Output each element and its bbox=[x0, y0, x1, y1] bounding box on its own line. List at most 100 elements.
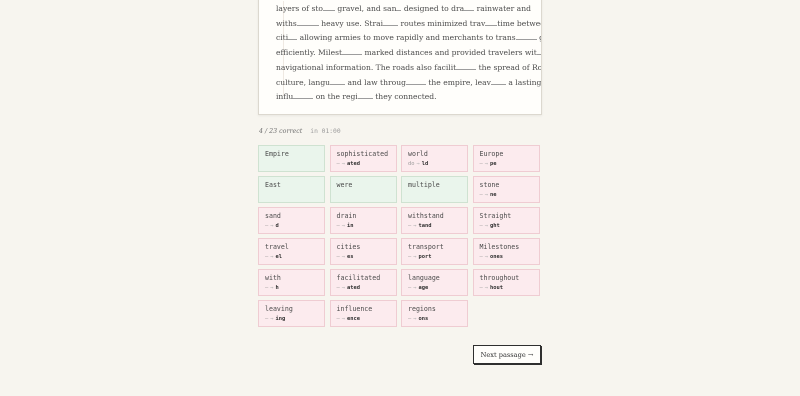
hint-answer: in bbox=[347, 223, 354, 229]
hint-answer: age bbox=[418, 285, 429, 291]
tile-hint: — → el bbox=[265, 252, 318, 262]
passage-blank[interactable] bbox=[383, 17, 399, 26]
answer-tile[interactable]: sand — → d bbox=[258, 207, 325, 234]
arrow-icon: → bbox=[341, 254, 345, 260]
tile-word: sand bbox=[265, 212, 281, 220]
hint-typed: — bbox=[479, 223, 483, 229]
passage-blank[interactable] bbox=[464, 2, 475, 11]
arrow-icon: → bbox=[413, 285, 417, 291]
answer-tile[interactable]: drain — → in bbox=[329, 207, 397, 234]
tile-hint: — → ons bbox=[408, 314, 461, 324]
hint-answer: d bbox=[275, 223, 279, 229]
answer-tile[interactable]: cities — → es bbox=[329, 238, 397, 265]
passage-fragment: and law throug bbox=[345, 77, 406, 87]
arrow-icon: → bbox=[413, 254, 417, 260]
answer-tile[interactable]: sophisticated — → ated bbox=[329, 145, 397, 172]
answer-tile[interactable]: Straight — → ght bbox=[472, 207, 540, 234]
hint-answer: ons bbox=[418, 316, 429, 322]
passage-line: influ on the regi they connected. bbox=[276, 90, 526, 105]
score-summary: 4 / 23 correct in 01:00 bbox=[259, 128, 341, 135]
answer-tile[interactable]: were bbox=[329, 176, 397, 203]
answer-tile[interactable]: influence — → ence bbox=[329, 300, 397, 327]
answer-tile[interactable]: regions — → ons bbox=[401, 300, 468, 327]
hint-typed: do bbox=[408, 161, 415, 167]
answer-tile[interactable]: Empire bbox=[258, 145, 325, 172]
hint-typed: — bbox=[336, 223, 340, 229]
passage-fragment: efficiently. Milest bbox=[276, 48, 343, 58]
answer-tile[interactable]: stone — → ne bbox=[472, 176, 540, 203]
passage-blank[interactable] bbox=[357, 90, 373, 100]
answer-tile[interactable]: leaving — → ing bbox=[258, 300, 325, 327]
answer-tile[interactable]: world do → ld bbox=[401, 145, 468, 172]
answer-tile[interactable]: with — → h bbox=[258, 269, 325, 296]
tile-word: Straight bbox=[479, 212, 512, 220]
answer-tile[interactable]: multiple bbox=[401, 176, 468, 203]
answer-tile[interactable]: facilitated — → ated bbox=[329, 269, 397, 296]
tile-word: Empire bbox=[265, 150, 289, 158]
arrow-icon: → bbox=[484, 285, 488, 291]
tile-word: stone bbox=[479, 181, 500, 189]
answer-grid: Empire sophisticated — → ated world do → ld Europ… bbox=[258, 145, 540, 327]
passage-blank[interactable] bbox=[456, 61, 477, 70]
hint-typed: — bbox=[336, 254, 340, 260]
answer-tile[interactable]: Milestones — → ones bbox=[472, 238, 540, 265]
arrow-icon: → bbox=[270, 285, 274, 291]
hint-answer: ne bbox=[490, 192, 497, 198]
hint-answer: ence bbox=[347, 316, 360, 322]
next-passage-button[interactable]: Next passage → bbox=[473, 345, 541, 364]
answer-tile[interactable]: travel — → el bbox=[258, 238, 325, 265]
tile-word: cities bbox=[336, 243, 361, 251]
tile-word: transport bbox=[408, 243, 444, 251]
hint-answer: ones bbox=[490, 254, 503, 260]
passage-fragment: heavy use. Strai bbox=[318, 18, 384, 28]
passage-blank[interactable] bbox=[342, 46, 363, 56]
tile-hint: — → es bbox=[337, 252, 390, 262]
passage-blank[interactable] bbox=[330, 76, 346, 85]
hint-typed: — bbox=[265, 316, 269, 322]
hint-typed: — bbox=[336, 161, 340, 167]
tile-word: regions bbox=[408, 305, 436, 313]
passage-line: withs heavy use. Strai routes minimized … bbox=[276, 17, 541, 32]
hint-answer: ated bbox=[347, 285, 360, 291]
passage-blank[interactable] bbox=[490, 76, 506, 85]
arrow-icon: → bbox=[270, 223, 274, 229]
passage-blank[interactable] bbox=[536, 46, 541, 56]
answer-tile[interactable]: withstand — → tand bbox=[401, 207, 468, 234]
arrow-icon: → bbox=[413, 223, 417, 229]
passage-fragment: goods bbox=[537, 33, 541, 42]
hint-typed: — bbox=[336, 285, 340, 291]
arrow-icon: → bbox=[270, 316, 274, 322]
tile-hint: — → ence bbox=[337, 314, 390, 324]
tile-word: world bbox=[408, 150, 428, 158]
tile-hint: — → ing bbox=[265, 314, 318, 324]
passage-blank[interactable] bbox=[288, 31, 298, 41]
passage-blank[interactable] bbox=[515, 31, 537, 41]
passage-fragment: influ bbox=[276, 92, 294, 102]
hint-typed: — bbox=[265, 254, 269, 260]
passage-line: layers of sto gravel, and san designed t… bbox=[276, 2, 531, 17]
hint-typed: — bbox=[408, 223, 412, 229]
passage-blank[interactable] bbox=[323, 2, 335, 11]
arrow-icon: → bbox=[341, 285, 345, 291]
passage-fragment: designed to dra bbox=[401, 4, 465, 13]
hint-typed: — bbox=[265, 223, 269, 229]
passage-blank[interactable] bbox=[485, 17, 498, 26]
answer-tile[interactable]: throughout — → hout bbox=[472, 269, 540, 296]
passage-fragment: gravel, and san bbox=[335, 4, 397, 13]
tile-word: withstand bbox=[408, 212, 444, 220]
passage-blank[interactable] bbox=[405, 76, 426, 85]
passage-line: citi allowing armies to move rapidly and… bbox=[276, 31, 541, 46]
hint-typed: — bbox=[479, 192, 483, 198]
passage-blank[interactable] bbox=[296, 17, 319, 26]
answer-tile[interactable]: language — → age bbox=[401, 269, 468, 296]
answer-tile[interactable]: transport — → port bbox=[401, 238, 468, 265]
answer-tile[interactable]: Europe — → pe bbox=[472, 145, 540, 172]
answer-tile[interactable]: East bbox=[258, 176, 325, 203]
passage-text: layers of sto gravel, and san designed t… bbox=[276, 2, 541, 105]
tile-word: sophisticated bbox=[336, 150, 389, 158]
passage-fragment: they connected. bbox=[372, 92, 437, 102]
tile-word: language bbox=[408, 274, 440, 282]
passage-blank[interactable] bbox=[293, 90, 314, 100]
passage-fragment: navigational information. The roads also… bbox=[276, 62, 457, 72]
hint-typed: — bbox=[408, 316, 412, 322]
